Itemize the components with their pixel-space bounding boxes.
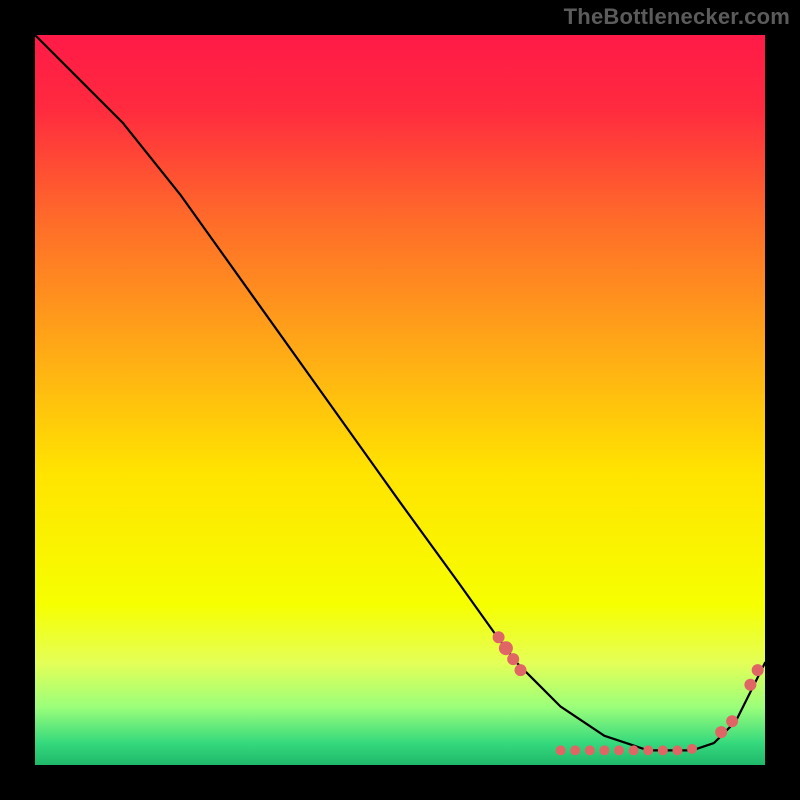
data-marker: [515, 664, 527, 676]
plot-area: [35, 35, 765, 765]
data-marker: [499, 641, 513, 655]
data-marker: [614, 745, 624, 755]
data-marker: [658, 745, 668, 755]
data-marker: [493, 631, 505, 643]
data-marker: [672, 745, 682, 755]
chart-frame: TheBottlenecker.com: [0, 0, 800, 800]
data-marker: [556, 745, 566, 755]
data-marker: [687, 744, 697, 754]
data-marker: [643, 745, 653, 755]
attribution-label: TheBottlenecker.com: [564, 4, 790, 30]
data-marker: [744, 679, 756, 691]
data-marker: [752, 664, 764, 676]
data-marker: [585, 745, 595, 755]
data-marker: [507, 653, 519, 665]
gradient-background: [35, 35, 765, 765]
data-marker: [629, 745, 639, 755]
data-marker: [715, 726, 727, 738]
data-marker: [599, 745, 609, 755]
data-marker: [570, 745, 580, 755]
chart-svg: [35, 35, 765, 765]
data-marker: [726, 715, 738, 727]
